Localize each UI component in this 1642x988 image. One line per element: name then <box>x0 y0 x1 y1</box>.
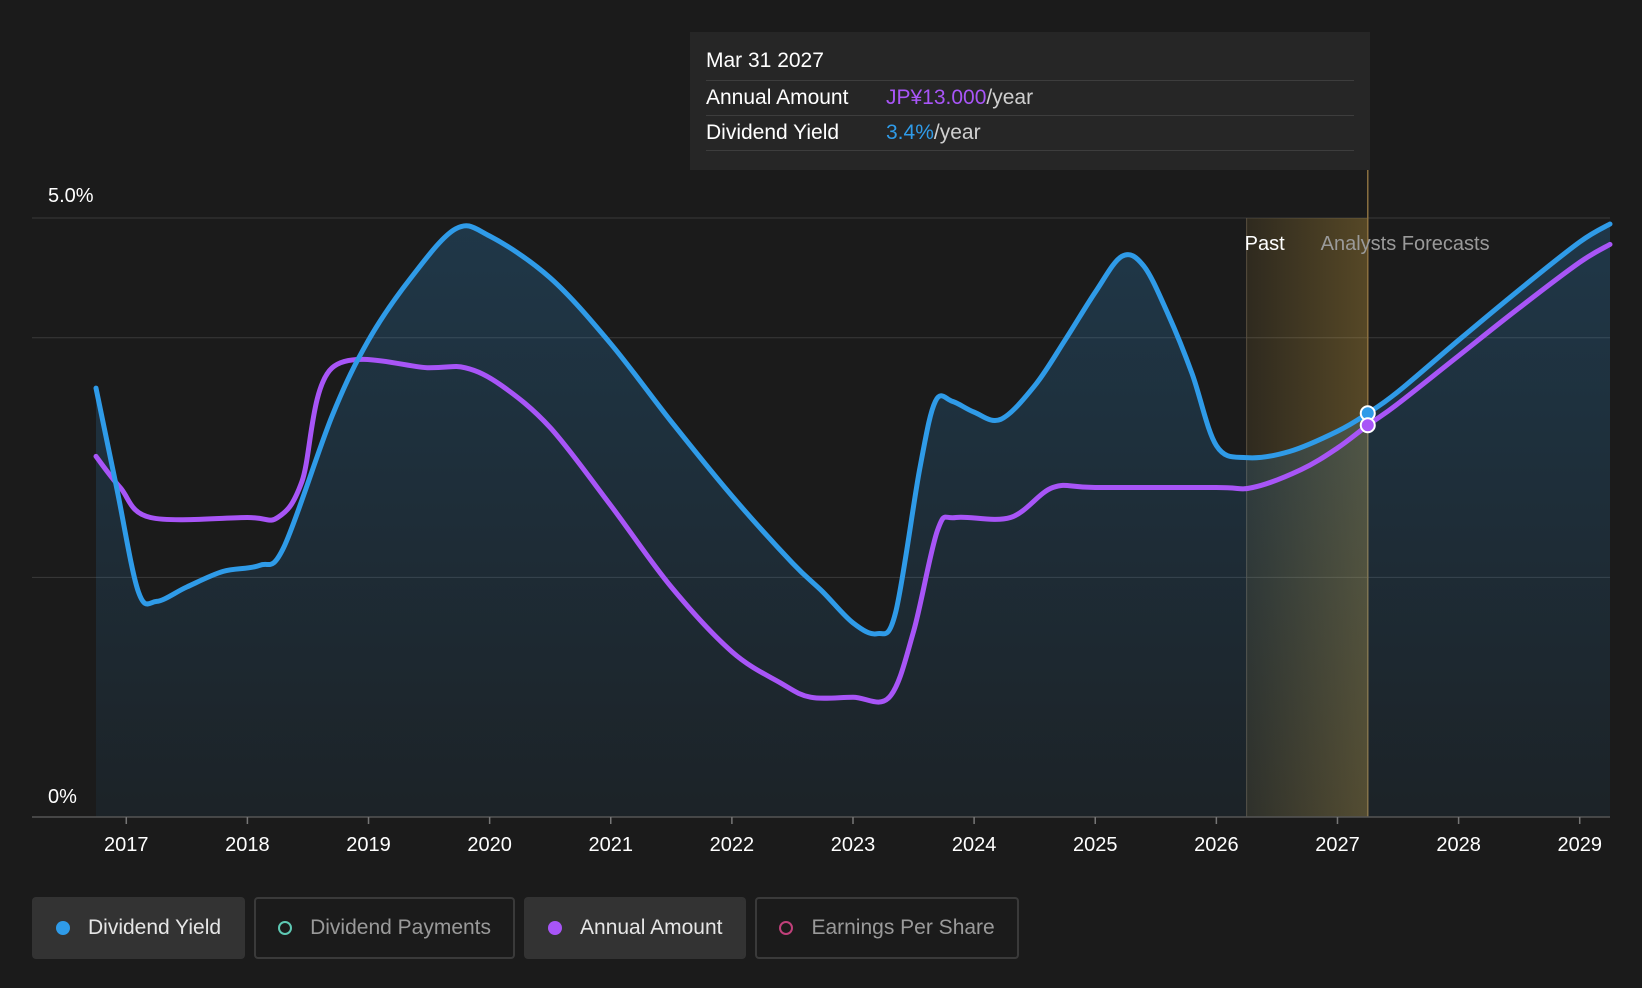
legend-ring-icon <box>278 921 293 935</box>
tooltip-unit: /year <box>986 86 1034 109</box>
forecast-label: Analysts Forecasts <box>1321 233 1490 255</box>
x-tick-label: 2020 <box>467 834 512 856</box>
tooltip-row-dividend-yield: Dividend Yield 3.4% /year <box>706 116 1354 151</box>
tooltip-value: 3.4% <box>886 121 934 144</box>
legend-dividend-payments-button[interactable]: Dividend Payments <box>254 897 516 959</box>
tooltip-unit: /year <box>933 121 981 144</box>
x-tick-label: 2018 <box>225 834 270 856</box>
tooltip-label: Annual Amount <box>706 86 849 109</box>
x-tick-label: 2021 <box>589 834 634 856</box>
hover-tooltip: Mar 31 2027 Annual Amount JP¥13.000 /yea… <box>690 32 1370 170</box>
tooltip-label: Dividend Yield <box>706 121 840 144</box>
annual-amount-hover-point <box>1359 417 1376 434</box>
x-axis: 2017 2018 2019 2020 2021 2022 2023 2024 2025 2026… <box>32 816 1610 856</box>
legend-ring-icon <box>779 921 794 935</box>
legend-label: Dividend Yield <box>88 916 222 939</box>
legend-earnings-per-share-button[interactable]: Earnings Per Share <box>755 897 1019 959</box>
legend-dot-icon <box>56 921 70 935</box>
tooltip-row-annual-amount: Annual Amount JP¥13.000 /year <box>706 81 1354 116</box>
x-tick-label: 2029 <box>1557 834 1602 856</box>
past-label: Past <box>1245 233 1285 255</box>
x-tick-label: 2017 <box>104 834 149 856</box>
legend: Dividend Yield Dividend Payments Annual … <box>32 897 1019 959</box>
legend-dividend-yield-button[interactable]: Dividend Yield <box>32 897 246 959</box>
legend-annual-amount-button[interactable]: Annual Amount <box>524 897 747 959</box>
x-tick-label: 2022 <box>710 834 755 856</box>
y-tick-label: 5.0% <box>48 185 94 207</box>
legend-label: Annual Amount <box>580 916 723 939</box>
area-layer <box>96 224 1610 817</box>
y-tick-label: 0% <box>48 786 77 808</box>
x-tick-label: 2027 <box>1315 834 1360 856</box>
legend-dot-icon <box>548 921 563 935</box>
tooltip-value: JP¥13.000 <box>886 86 987 109</box>
x-tick-label: 2023 <box>831 834 876 856</box>
x-tick-label: 2028 <box>1436 834 1481 856</box>
x-tick-label: 2024 <box>952 834 997 856</box>
x-tick-label: 2025 <box>1073 834 1118 856</box>
legend-label: Earnings Per Share <box>811 916 995 939</box>
x-tick-label: 2019 <box>346 834 391 856</box>
tooltip-date: Mar 31 2027 <box>706 46 1354 81</box>
dividend-yield-area <box>96 224 1610 817</box>
legend-label: Dividend Payments <box>310 916 492 939</box>
x-tick-label: 2026 <box>1194 834 1239 856</box>
